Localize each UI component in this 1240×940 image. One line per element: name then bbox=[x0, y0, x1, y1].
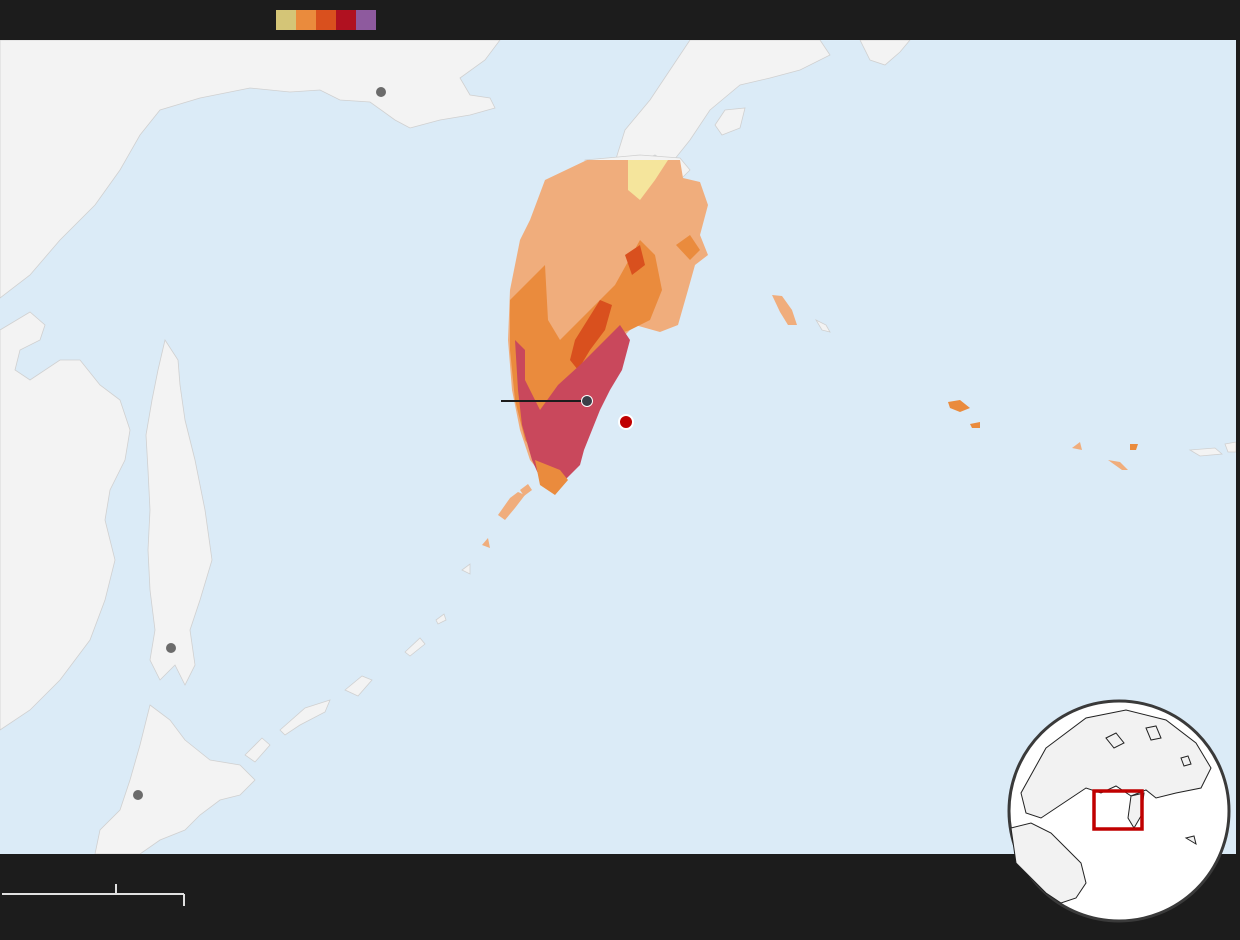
legend-swatch-4 bbox=[336, 10, 356, 30]
city-marker-sakhalin[interactable] bbox=[166, 643, 176, 653]
shaking-intensity-legend bbox=[276, 10, 376, 30]
epicenter-marker[interactable] bbox=[618, 414, 634, 430]
city-marker-north[interactable] bbox=[376, 87, 386, 97]
city-marker-kamchatka[interactable] bbox=[581, 395, 593, 407]
scale-bar bbox=[2, 884, 185, 906]
legend-swatch-5 bbox=[356, 10, 376, 30]
legend-swatch-3 bbox=[316, 10, 336, 30]
legend-swatch-1 bbox=[276, 10, 296, 30]
locator-globe bbox=[1007, 699, 1231, 923]
legend-swatch-2 bbox=[296, 10, 316, 30]
city-marker-hokkaido[interactable] bbox=[133, 790, 143, 800]
